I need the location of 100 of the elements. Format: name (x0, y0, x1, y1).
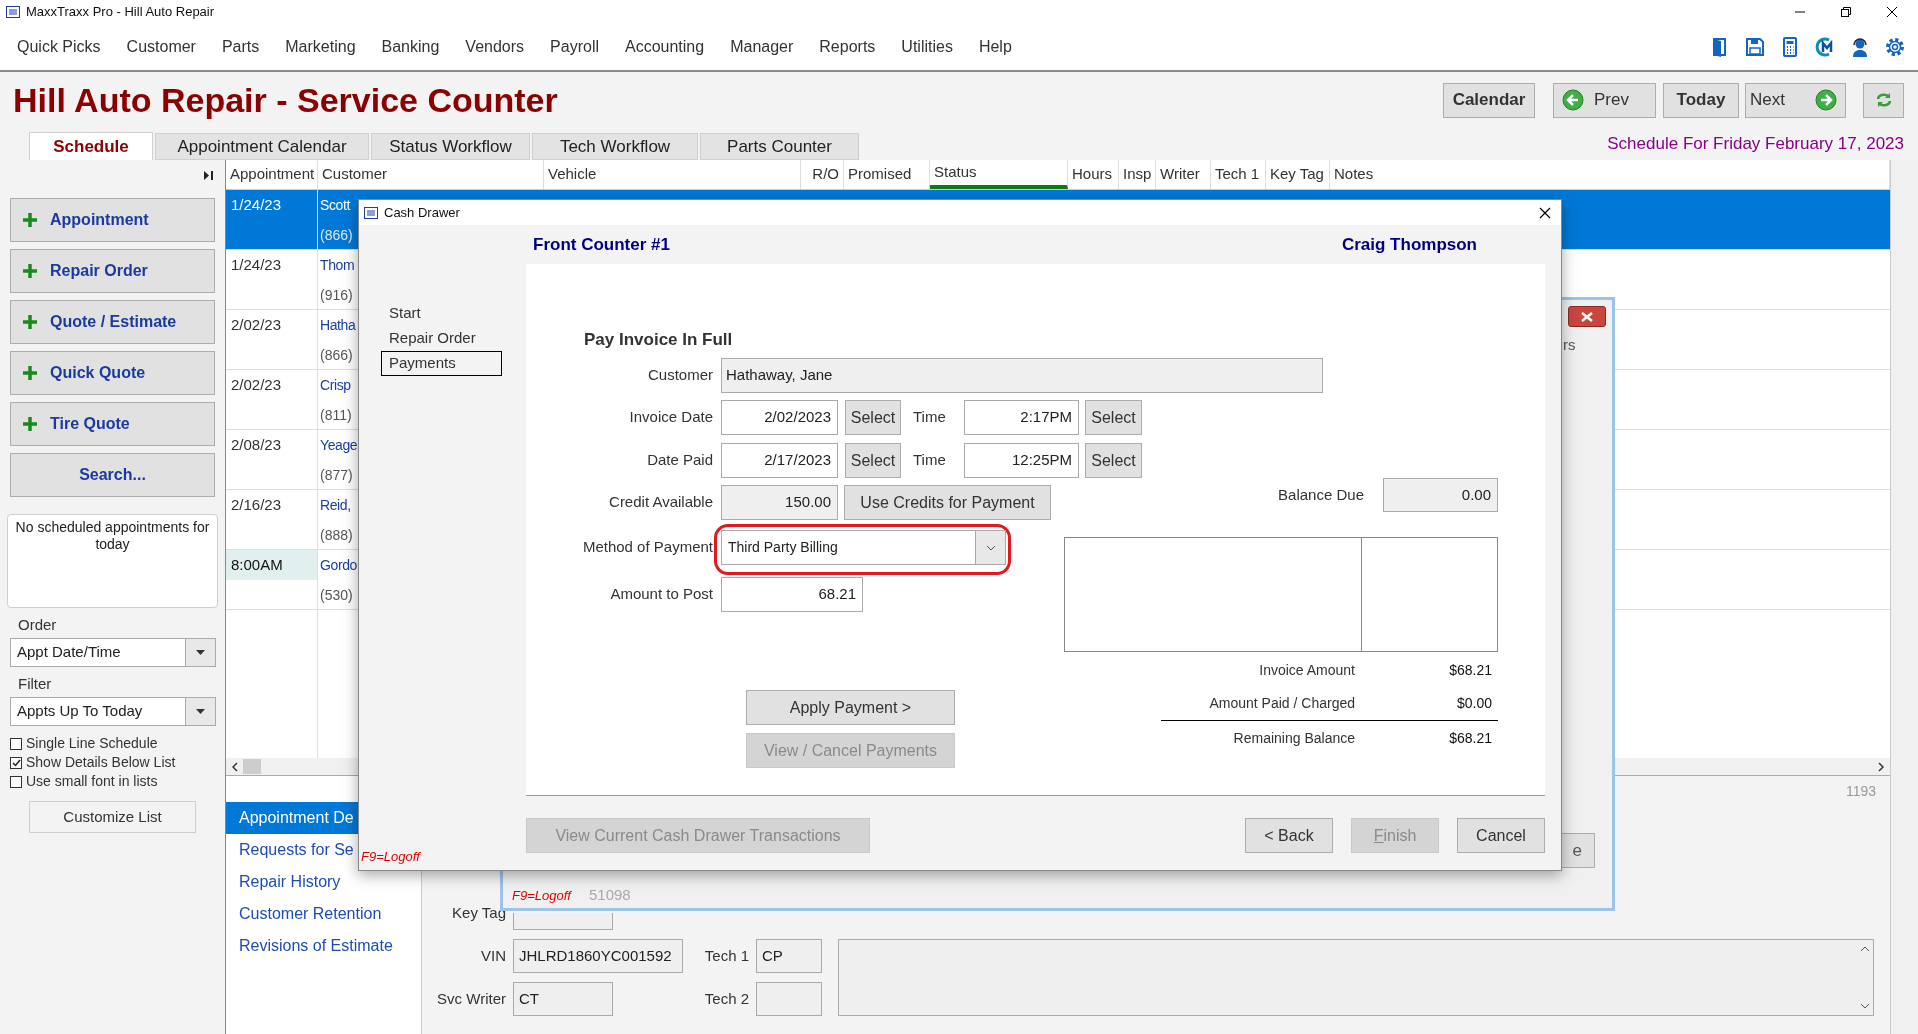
search-button[interactable]: Search... (10, 453, 215, 497)
column-header[interactable]: Vehicle (544, 160, 801, 189)
wizard-step[interactable]: Payments (381, 351, 502, 376)
column-header[interactable]: Promised (844, 160, 930, 189)
select-button[interactable]: Select (1085, 400, 1142, 435)
cancel-button[interactable]: Cancel (1457, 818, 1545, 853)
plus-icon (23, 417, 37, 431)
column-header[interactable]: Hours (1068, 160, 1119, 189)
date-field[interactable]: 2/17/2023 (721, 443, 838, 478)
column-header[interactable]: R/O (801, 160, 844, 189)
appointment-time: 8:00AM (226, 550, 317, 580)
menu-item[interactable]: Quick Picks (17, 35, 101, 59)
action-button[interactable]: Quote / Estimate (10, 300, 215, 344)
tab[interactable]: Parts Counter (700, 133, 859, 160)
close-icon[interactable] (1886, 6, 1898, 18)
checkbox-label: Use small font in lists (26, 772, 158, 791)
save-icon[interactable] (1744, 36, 1766, 58)
text-field[interactable]: Hathaway, Jane (721, 358, 1323, 393)
tab[interactable]: Schedule (29, 132, 153, 160)
dropdown[interactable]: Appt Date/Time (10, 638, 216, 667)
close-button[interactable] (1568, 306, 1606, 327)
calendar-button[interactable]: Calendar (1443, 82, 1535, 118)
column-header[interactable]: Appointment (226, 160, 318, 189)
select-button[interactable]: Select (845, 443, 901, 478)
action-button[interactable]: Quick Quote (10, 351, 215, 395)
wizard-step[interactable]: Start (381, 301, 502, 326)
column-header[interactable]: Writer (1156, 160, 1211, 189)
detail-nav-item[interactable]: Revisions of Estimate (226, 930, 421, 962)
payments-list[interactable] (1064, 537, 1498, 652)
tab[interactable]: Appointment Calendar (155, 133, 369, 160)
menu-item[interactable]: Reports (819, 35, 876, 59)
scroll-up-icon[interactable] (1859, 946, 1870, 952)
today-button[interactable]: Today (1663, 82, 1739, 118)
column-header[interactable]: Insp (1119, 160, 1156, 189)
text-field[interactable]: 0.00 (1383, 478, 1498, 512)
menu-item[interactable]: Marketing (285, 35, 356, 59)
caret-icon (196, 709, 205, 714)
field-label: Tech 1 (703, 945, 749, 966)
select-button[interactable]: Select (1085, 443, 1142, 478)
action-button[interactable]: Repair Order (10, 249, 215, 293)
detail-nav-item[interactable]: Customer Retention (226, 898, 421, 930)
text-field[interactable]: CT (513, 982, 613, 1016)
refresh-button[interactable] (1863, 82, 1904, 118)
next-button[interactable]: Next (1745, 82, 1846, 118)
back-button[interactable]: < Back (1245, 818, 1333, 853)
label-fragment: rs (1563, 335, 1576, 355)
text-field[interactable]: JHLRD1860YC001592 (513, 939, 683, 973)
restore-icon[interactable] (1840, 6, 1852, 18)
date-field[interactable]: 2/02/2023 (721, 400, 838, 435)
summary-value: $68.21 (1448, 660, 1492, 680)
time-field[interactable]: 2:17PM (964, 400, 1079, 435)
appointment-date: 2/08/23 (230, 435, 283, 455)
scroll-left-icon[interactable] (232, 761, 238, 772)
menu-item[interactable]: Banking (381, 35, 440, 59)
action-button[interactable]: Appointment (10, 198, 215, 242)
close-icon[interactable] (1539, 206, 1551, 219)
column-header[interactable]: Key Tag (1266, 160, 1330, 189)
checkbox[interactable] (10, 737, 22, 750)
text-field[interactable]: 150.00 (721, 485, 838, 520)
tab[interactable]: Tech Workflow (532, 133, 698, 160)
menu-item[interactable]: Accounting (625, 35, 705, 59)
text-field[interactable] (513, 913, 613, 930)
apply-payment-button[interactable]: Apply Payment > (746, 690, 955, 725)
text-field[interactable]: CP (756, 939, 822, 973)
prev-button[interactable]: Prev (1553, 82, 1656, 118)
menu-item[interactable]: Customer (126, 35, 196, 59)
checkbox[interactable] (10, 775, 22, 788)
text-field[interactable] (756, 982, 822, 1016)
detail-nav-item[interactable]: Repair History (226, 866, 421, 898)
select-button[interactable]: Select (845, 400, 901, 435)
column-header[interactable]: Customer (318, 160, 544, 189)
menu-item[interactable]: Help (978, 35, 1012, 59)
time-field[interactable]: 12:25PM (964, 443, 1079, 478)
plus-icon (23, 366, 37, 380)
collapse-icon[interactable] (204, 170, 213, 180)
menu-item[interactable]: Payroll (550, 35, 599, 59)
scroll-thumb[interactable] (243, 759, 261, 774)
menu-item[interactable]: Manager (730, 35, 794, 59)
menu-item[interactable]: Parts (221, 35, 260, 59)
dropdown[interactable]: Appts Up To Today (10, 697, 216, 726)
amount-field[interactable]: 68.21 (721, 577, 863, 612)
record-number: 51098 (589, 885, 631, 905)
wizard-step[interactable]: Repair Order (381, 326, 502, 351)
plus-icon (23, 213, 37, 227)
checkbox[interactable] (10, 756, 22, 769)
column-header[interactable]: Tech 1 (1211, 160, 1266, 189)
payment-method-dropdown[interactable]: Third Party Billing (721, 530, 1006, 565)
scroll-down-icon[interactable] (1859, 1003, 1870, 1009)
menu-item[interactable]: Vendors (465, 35, 525, 59)
use-credits-button[interactable]: Use Credits for Payment (844, 485, 1051, 520)
action-button[interactable]: Tire Quote (10, 402, 215, 446)
settings-icon[interactable] (1884, 36, 1906, 58)
customer-phone: (811) (320, 406, 352, 425)
customer-name: Thom (320, 256, 355, 275)
summary-label: Amount Paid / Charged (1208, 694, 1355, 713)
caret-icon (196, 650, 205, 655)
customize-button[interactable]: Customize List (29, 801, 196, 833)
menu-item[interactable]: Utilities (901, 35, 953, 59)
tab[interactable]: Status Workflow (371, 133, 530, 160)
scroll-right-icon[interactable] (1878, 761, 1884, 772)
